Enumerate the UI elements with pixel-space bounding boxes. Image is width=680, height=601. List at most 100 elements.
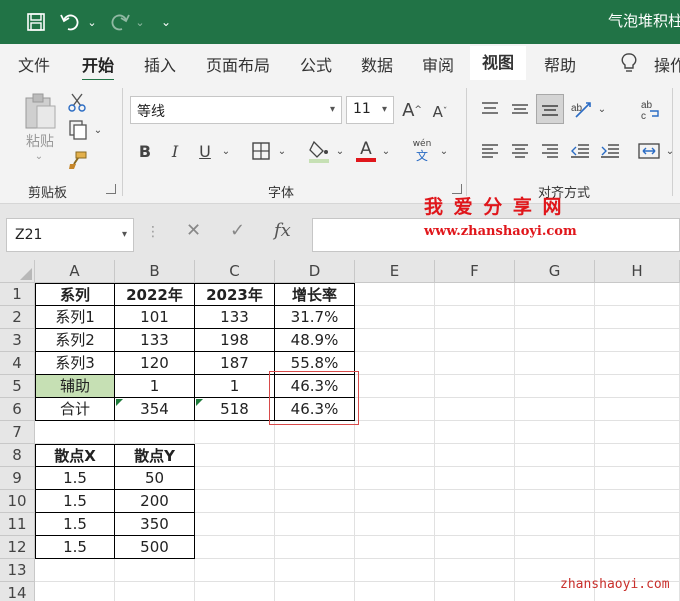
table-cell[interactable]: [195, 513, 275, 536]
table-cell[interactable]: [195, 421, 275, 444]
column-header[interactable]: G: [515, 260, 595, 283]
table-cell[interactable]: [355, 582, 435, 601]
grow-font-button[interactable]: A ^: [400, 96, 424, 124]
table-cell[interactable]: [435, 582, 515, 601]
clipboard-launcher-icon[interactable]: [106, 184, 116, 194]
align-right-icon[interactable]: [538, 138, 562, 164]
table-cell[interactable]: [435, 490, 515, 513]
format-painter-icon[interactable]: [66, 148, 90, 172]
shrink-font-button[interactable]: Aˇ: [428, 98, 452, 126]
align-top-icon[interactable]: [478, 96, 502, 122]
error-indicator-icon[interactable]: [196, 399, 203, 406]
phonetic-guide-button[interactable]: wén 文: [408, 136, 436, 166]
tab-home[interactable]: 开始: [82, 52, 115, 82]
font-color-button[interactable]: A: [354, 136, 378, 166]
table-cell[interactable]: 350: [114, 512, 195, 536]
table-cell[interactable]: [195, 444, 275, 467]
orientation-dropdown-icon[interactable]: ⌄: [596, 100, 608, 118]
more-options-icon[interactable]: ⋮: [146, 224, 160, 240]
font-size-select[interactable]: 11 ▾: [346, 96, 394, 124]
table-cell[interactable]: 187: [194, 351, 275, 375]
table-cell[interactable]: [595, 398, 680, 421]
confirm-entry-icon[interactable]: ✓: [230, 220, 245, 241]
table-cell[interactable]: [355, 375, 435, 398]
table-cell[interactable]: [115, 559, 195, 582]
table-cell[interactable]: [195, 490, 275, 513]
table-cell[interactable]: [435, 306, 515, 329]
table-cell[interactable]: [435, 352, 515, 375]
table-cell[interactable]: [435, 398, 515, 421]
table-cell[interactable]: [275, 467, 355, 490]
table-cell[interactable]: 500: [114, 535, 195, 559]
undo-dropdown-icon[interactable]: ⌄: [86, 0, 98, 44]
table-cell[interactable]: [355, 513, 435, 536]
fill-color-dropdown-icon[interactable]: ⌄: [334, 142, 346, 160]
tab-tell-me[interactable]: 操作: [654, 52, 680, 76]
table-cell[interactable]: [515, 513, 595, 536]
copy-icon[interactable]: [66, 118, 90, 142]
table-cell[interactable]: [275, 582, 355, 601]
row-header[interactable]: 10: [0, 490, 35, 513]
table-cell[interactable]: [195, 467, 275, 490]
table-cell[interactable]: [275, 444, 355, 467]
table-cell[interactable]: [435, 283, 515, 306]
table-cell[interactable]: [275, 513, 355, 536]
table-cell[interactable]: [595, 513, 680, 536]
table-cell[interactable]: 1: [194, 374, 275, 398]
table-cell[interactable]: 系列3: [35, 351, 115, 375]
table-cell[interactable]: [515, 375, 595, 398]
row-header[interactable]: 1: [0, 283, 35, 306]
table-cell[interactable]: [515, 283, 595, 306]
row-header[interactable]: 4: [0, 352, 35, 375]
table-cell[interactable]: [515, 444, 595, 467]
wrap-text-icon[interactable]: ab c: [638, 96, 664, 124]
row-header[interactable]: 2: [0, 306, 35, 329]
phonetic-dropdown-icon[interactable]: ⌄: [438, 142, 450, 160]
copy-dropdown-icon[interactable]: ⌄: [92, 122, 104, 138]
table-cell[interactable]: [595, 421, 680, 444]
bold-button[interactable]: B: [134, 138, 156, 164]
table-cell[interactable]: [595, 490, 680, 513]
table-cell[interactable]: [355, 559, 435, 582]
table-cell[interactable]: [355, 306, 435, 329]
align-bottom-icon[interactable]: [536, 94, 564, 124]
table-cell[interactable]: [515, 398, 595, 421]
tab-file[interactable]: 文件: [18, 52, 50, 76]
table-cell[interactable]: [435, 375, 515, 398]
select-all-corner[interactable]: [0, 260, 35, 283]
table-cell[interactable]: [515, 352, 595, 375]
table-cell[interactable]: 1.5: [35, 466, 115, 490]
tab-insert[interactable]: 插入: [144, 52, 176, 76]
name-box[interactable]: Z21 ▾: [6, 218, 134, 252]
table-cell[interactable]: [515, 467, 595, 490]
table-cell[interactable]: [515, 490, 595, 513]
error-indicator-icon[interactable]: [116, 399, 123, 406]
table-cell[interactable]: [355, 467, 435, 490]
table-cell[interactable]: [195, 582, 275, 601]
tab-review[interactable]: 审阅: [422, 52, 454, 76]
italic-button[interactable]: I: [164, 138, 186, 164]
table-cell[interactable]: [355, 421, 435, 444]
table-header-cell[interactable]: 2022年: [114, 283, 195, 306]
table-cell[interactable]: [515, 329, 595, 352]
border-dropdown-icon[interactable]: ⌄: [276, 142, 288, 160]
table-cell[interactable]: [595, 329, 680, 352]
row-header[interactable]: 8: [0, 444, 35, 467]
table-cell[interactable]: 101: [114, 305, 195, 329]
table-cell[interactable]: [355, 329, 435, 352]
table-cell[interactable]: [595, 283, 680, 306]
row-header[interactable]: 5: [0, 375, 35, 398]
table-cell[interactable]: [355, 398, 435, 421]
table-cell[interactable]: [355, 536, 435, 559]
table-cell[interactable]: [355, 490, 435, 513]
table-cell[interactable]: 1.5: [35, 535, 115, 559]
table-cell[interactable]: [35, 582, 115, 601]
column-header[interactable]: A: [35, 260, 115, 283]
table-cell[interactable]: 1: [114, 374, 195, 398]
increase-indent-icon[interactable]: [598, 138, 622, 164]
table-cell[interactable]: 133: [194, 305, 275, 329]
font-color-dropdown-icon[interactable]: ⌄: [380, 142, 392, 160]
table-cell[interactable]: 31.7%: [274, 305, 355, 329]
column-header[interactable]: D: [275, 260, 355, 283]
paste-label[interactable]: 粘贴: [18, 132, 62, 150]
